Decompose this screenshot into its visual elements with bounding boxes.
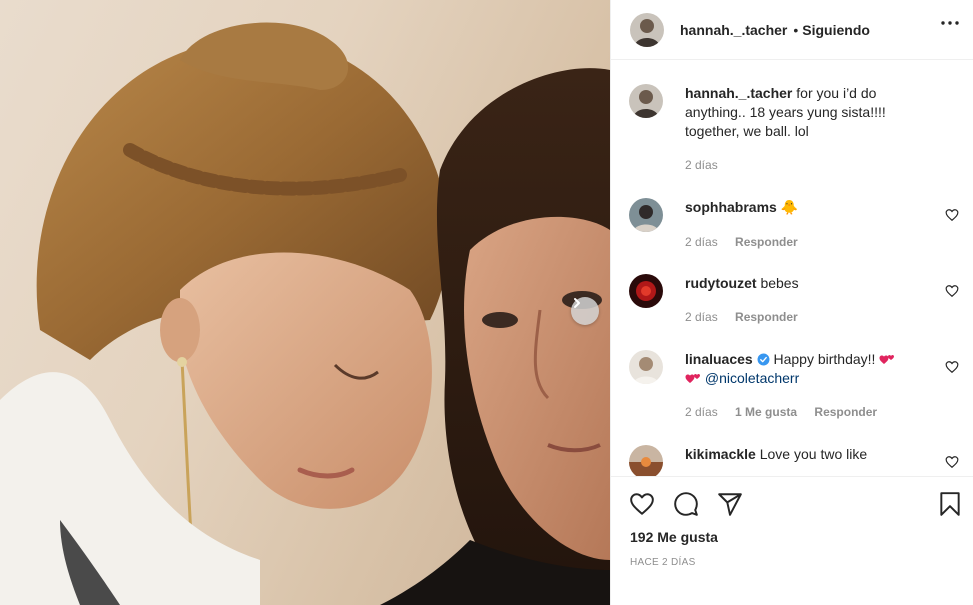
bookmark-icon[interactable] (937, 491, 963, 517)
comment-meta: 2 días Responder (685, 235, 812, 249)
comment-username[interactable]: linaluaces (685, 351, 753, 367)
comment-time[interactable]: 2 días (685, 310, 718, 324)
post-side-panel: hannah._.tacher • Siguiendo hannah._.tac… (610, 0, 973, 605)
post-photo[interactable] (0, 0, 610, 605)
header-separator: • (793, 21, 799, 38)
comment-item: kikimackle Love you two like (629, 445, 959, 476)
commenter-avatar[interactable] (629, 198, 663, 232)
likes-count[interactable]: 192 Me gusta (630, 529, 718, 545)
comment-item: linaluaces Happy birthday!! @nicoletache… (629, 350, 959, 430)
caption-text: hannah._.tacher for you i’d do anything.… (685, 84, 925, 141)
comment-time[interactable]: 2 días (685, 405, 718, 419)
chevron-right-icon (574, 298, 580, 308)
reply-button[interactable]: Responder (814, 405, 877, 419)
comments-list[interactable]: hannah._.tacher for you i’d do anything.… (611, 60, 973, 476)
like-comment-heart-icon[interactable] (945, 284, 959, 298)
commenter-avatar[interactable] (629, 274, 663, 308)
like-comment-heart-icon[interactable] (945, 455, 959, 469)
comment-time[interactable]: 2 días (685, 235, 718, 249)
caption-meta: 2 días (685, 158, 732, 172)
following-status[interactable]: Siguiendo (802, 22, 870, 38)
comment-username[interactable]: kikimackle (685, 446, 756, 462)
avatar-image (630, 12, 664, 47)
caption-time[interactable]: 2 días (685, 158, 718, 172)
photo-illustration (0, 22, 610, 605)
caption-username[interactable]: hannah._.tacher (685, 85, 792, 101)
comment-icon[interactable] (673, 491, 699, 517)
comment-body: bebes (760, 275, 799, 291)
commenter-avatar[interactable] (629, 350, 663, 384)
two-hearts-emoji-icon (685, 374, 700, 383)
caption-avatar[interactable] (629, 84, 663, 118)
comment-text: kikimackle Love you two like (685, 445, 925, 464)
like-comment-heart-icon[interactable] (945, 208, 959, 222)
comment-username[interactable]: rudytouzet (685, 275, 757, 291)
two-hearts-emoji-icon (879, 355, 895, 364)
comment-text: linaluaces Happy birthday!! @nicoletache… (685, 350, 930, 388)
more-icon (941, 21, 959, 25)
commenter-avatar[interactable] (629, 445, 663, 476)
avatar-image (629, 350, 663, 384)
avatar-image (629, 274, 663, 308)
avatar-image (629, 198, 663, 232)
comment-text: sophhabrams 🐥 (685, 198, 925, 217)
comment-text: rudytouzet bebes (685, 274, 925, 293)
comment-likes[interactable]: 1 Me gusta (735, 405, 797, 419)
post-date[interactable]: HACE 2 DÍAS (630, 557, 696, 568)
comment-item: rudytouzet bebes 2 días Responder (629, 274, 959, 334)
comment-mention[interactable]: @nicoletacherr (705, 370, 799, 386)
paper-plane-icon[interactable] (717, 491, 743, 517)
author-username[interactable]: hannah._.tacher (680, 22, 787, 38)
post-header: hannah._.tacher • Siguiendo (611, 0, 973, 60)
caption-item: hannah._.tacher for you i’d do anything.… (629, 84, 959, 184)
comment-body: Happy birthday!! (773, 351, 876, 367)
avatar-image (629, 445, 663, 476)
next-photo-button[interactable] (571, 297, 599, 325)
avatar-image (629, 84, 663, 118)
comment-emoji: 🐥 (780, 199, 799, 215)
comment-body: Love you two like (759, 446, 868, 462)
heart-icon[interactable] (629, 491, 655, 517)
more-options-button[interactable] (940, 14, 960, 25)
comment-meta: 2 días 1 Me gusta Responder (685, 405, 891, 419)
comment-username[interactable]: sophhabrams (685, 199, 777, 215)
author-avatar[interactable] (630, 12, 664, 47)
post-actions: 192 Me gusta HACE 2 DÍAS (611, 476, 973, 605)
comment-item: sophhabrams 🐥 2 días Responder (629, 198, 959, 258)
verified-badge-icon (757, 353, 770, 366)
comment-meta: 2 días Responder (685, 310, 812, 324)
reply-button[interactable]: Responder (735, 310, 798, 324)
reply-button[interactable]: Responder (735, 235, 798, 249)
like-comment-heart-icon[interactable] (945, 360, 959, 374)
